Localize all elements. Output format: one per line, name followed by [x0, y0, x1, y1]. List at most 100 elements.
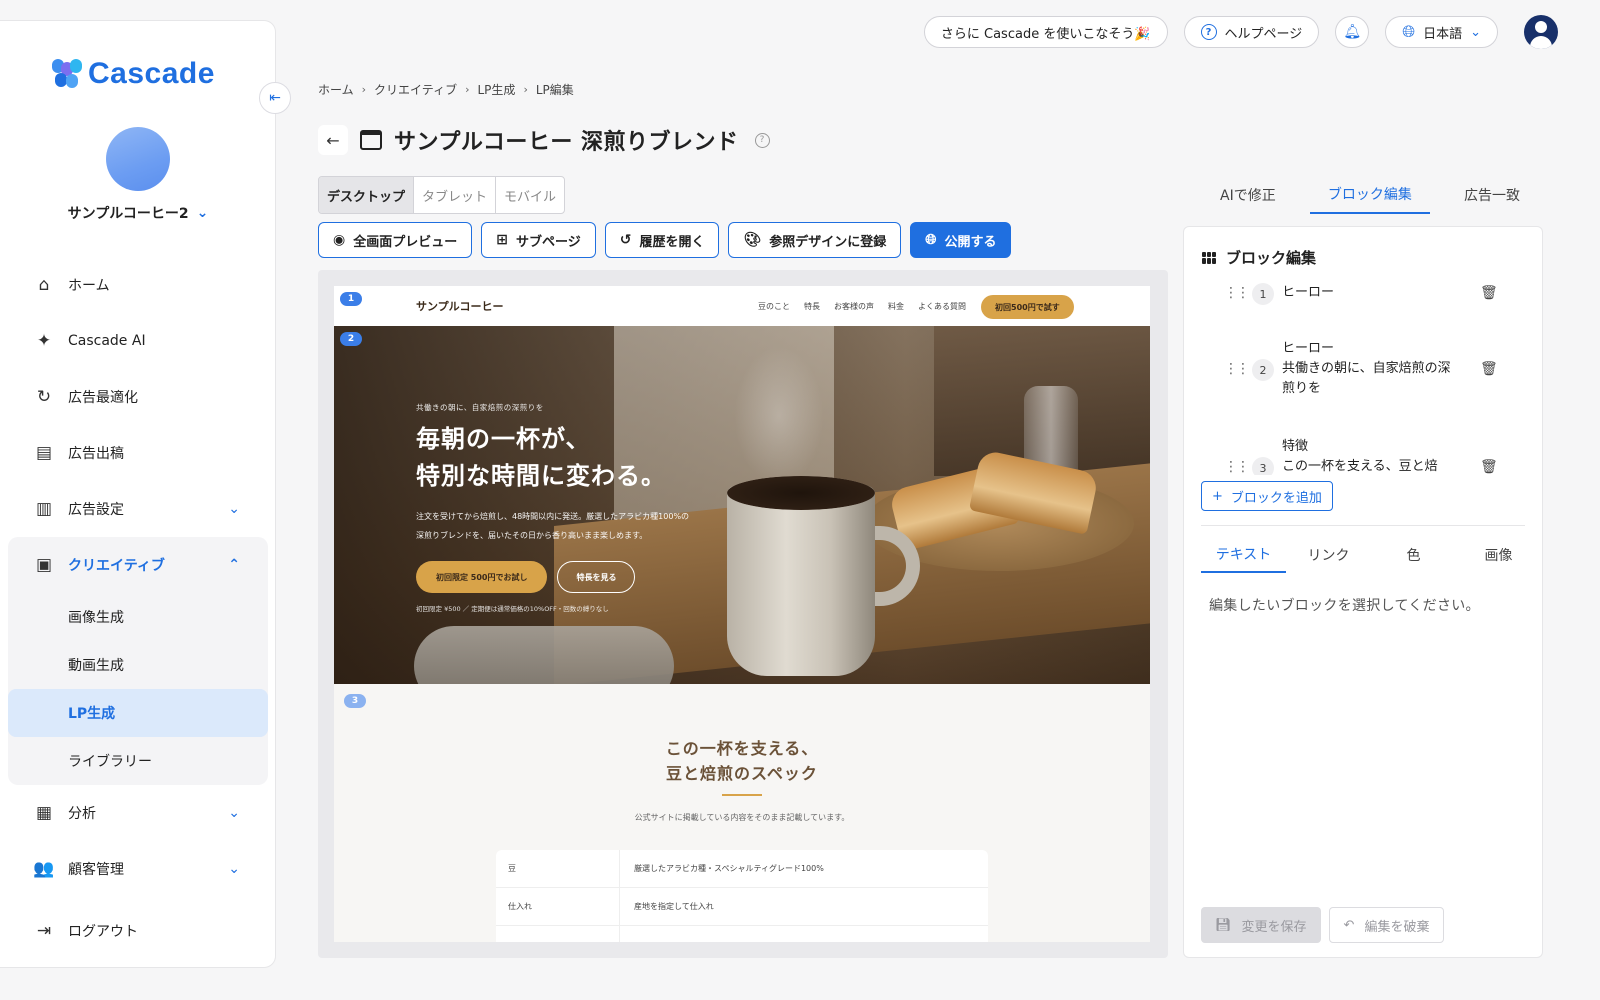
tab-text[interactable]: テキスト — [1201, 537, 1286, 573]
action-toolbar: ◉ 全画面プレビュー ⊞ サブページ ↺ 履歴を開く 🎨︎ 参照デザインに登録 … — [318, 222, 1012, 258]
spec-key: 豆 — [496, 850, 620, 887]
trash-icon[interactable]: 🗑︎ — [1480, 361, 1498, 377]
sidebar-item-label: 広告最適化 — [68, 390, 138, 406]
device-tablet[interactable]: タブレット — [414, 177, 497, 213]
list-item[interactable]: ⋮⋮ 2 ヒーロー 共働きの朝に、自家焙煎の深煎りを 🗑︎ — [1184, 339, 1524, 409]
ad-post-icon: ▤ — [35, 443, 53, 463]
notification-button[interactable]: 🔔︎ — [1335, 16, 1370, 48]
block-badge-3[interactable]: 3 — [344, 694, 366, 708]
chevron-down-icon: ⌄ — [1470, 24, 1481, 40]
sitemap-icon: ⊞ — [496, 232, 508, 248]
breadcrumb-home[interactable]: ホーム — [318, 81, 354, 98]
sidebar-item-customers[interactable]: 👥 顧客管理 ⌄ — [8, 841, 268, 897]
lp-nav-link[interactable]: よくある質問 — [918, 301, 966, 312]
save-button[interactable]: 💾︎ 変更を保存 — [1201, 907, 1321, 943]
help-button[interactable]: ? ヘルプページ — [1183, 16, 1320, 48]
lp-nav-link[interactable]: 豆のこと — [758, 301, 790, 312]
promo-button[interactable]: さらに Cascade を使いこなそう🎉 — [923, 16, 1168, 48]
lp-nav-link[interactable]: 特長 — [804, 301, 820, 312]
tab-ai-fix[interactable]: AIで修正 — [1202, 176, 1294, 214]
table-row — [496, 926, 988, 942]
sidebar-item-label: 顧客管理 — [68, 862, 124, 878]
sidebar-item-label: クリエイティブ — [68, 558, 165, 574]
sidebar-subitem-image[interactable]: 画像生成 — [8, 593, 268, 641]
home-icon: ⌂ — [38, 275, 50, 295]
hero-secondary-cta[interactable]: 特長を見る — [557, 561, 636, 593]
button-label: 全画面プレビュー — [353, 234, 458, 250]
hero-note: 初回限定 ¥500 ／ 定期便は通常価格の10%OFF・回数の縛りなし — [416, 605, 609, 613]
lp-header-cta[interactable]: 初回500円で試す — [981, 295, 1074, 319]
lp-nav-link[interactable]: お客様の声 — [834, 301, 874, 312]
block-number: 1 — [1252, 283, 1274, 305]
breadcrumb-lp[interactable]: LP生成 — [478, 81, 516, 98]
account-avatar[interactable] — [106, 127, 170, 191]
publish-button[interactable]: 🌐︎ 公開する — [910, 222, 1012, 258]
hero-bg-steam — [734, 346, 824, 486]
brand-logo[interactable]: Cascade — [52, 57, 215, 91]
hero-body-line: 注文を受けてから焙煎し、48時間以内に発送。厳選したアラビカ種100%の — [416, 512, 690, 521]
list-item[interactable]: ⋮⋮ 1 ヒーロー 🗑︎ — [1184, 283, 1524, 323]
block-name: ヒーロー — [1282, 341, 1335, 356]
sidebar-subitem-library[interactable]: ライブラリー — [8, 737, 268, 785]
subpage-button[interactable]: ⊞ サブページ — [481, 222, 596, 258]
sidebar-subitem-lp[interactable]: LP生成 — [8, 689, 268, 737]
hero-body: 注文を受けてから焙煎し、48時間以内に発送。厳選したアラビカ種100%の 深煎り… — [416, 507, 736, 545]
fullscreen-preview-button[interactable]: ◉ 全画面プレビュー — [318, 222, 473, 258]
open-history-button[interactable]: ↺ 履歴を開く — [604, 222, 720, 258]
tab-color[interactable]: 色 — [1371, 537, 1456, 573]
hero-primary-cta[interactable]: 初回限定 500円でお試し — [416, 561, 548, 593]
block-badge-2[interactable]: 2 — [340, 332, 362, 346]
lp-header: サンプルコーヒー 豆のこと 特長 お客様の声 料金 よくある質問 初回500円で… — [334, 286, 1150, 326]
cascade-logo-icon — [52, 59, 82, 89]
back-button[interactable]: ← — [318, 125, 348, 155]
language-selector[interactable]: 🌐︎ 日本語 ⌄ — [1385, 16, 1498, 48]
device-mobile[interactable]: モバイル — [496, 177, 564, 213]
sidebar-item-ad-posting[interactable]: ▤ 広告出稿 — [8, 425, 268, 481]
sidebar-item-ad-settings[interactable]: ▥ 広告設定 ⌄ — [8, 481, 268, 537]
sidebar-item-creative[interactable]: ▣ クリエイティブ ⌃ — [8, 537, 268, 593]
sidebar-item-logout[interactable]: ⇥ ログアウト — [8, 903, 268, 959]
sidebar-item-cascade-ai[interactable]: ✦ Cascade AI — [8, 313, 268, 369]
sidebar-item-ad-optimization[interactable]: ↻ 広告最適化 — [8, 369, 268, 425]
spec-divider — [722, 794, 762, 796]
lp-hero[interactable]: 共働きの朝に、自家焙煎の深煎りを 毎朝の一杯が、 特別な時間に変わる。 注文を受… — [334, 326, 1150, 684]
language-label: 日本語 — [1423, 26, 1463, 42]
hero-eyebrow: 共働きの朝に、自家焙煎の深煎りを — [416, 403, 544, 412]
discard-button[interactable]: ↶ 編集を破棄 — [1328, 907, 1445, 943]
drag-handle-icon[interactable]: ⋮⋮ — [1224, 285, 1250, 301]
breadcrumb-creative[interactable]: クリエイティブ — [374, 81, 457, 98]
trash-icon[interactable]: 🗑︎ — [1480, 285, 1498, 301]
list-item[interactable]: ⋮⋮ 3 特徴 この一杯を支える、豆と焙 🗑︎ — [1184, 437, 1524, 475]
sidebar-item-analytics[interactable]: ▦ 分析 ⌄ — [8, 785, 268, 841]
block-list: ⋮⋮ 1 ヒーロー 🗑︎ ⋮⋮ 2 ヒーロー 共働きの朝に、自家焙煎の深煎りを … — [1184, 277, 1524, 475]
user-avatar[interactable] — [1524, 15, 1558, 49]
sidebar-subitem-video[interactable]: 動画生成 — [8, 641, 268, 689]
sidebar-item-home[interactable]: ⌂ ホーム — [8, 257, 268, 313]
help-icon: ? — [1200, 24, 1217, 40]
eye-icon: ◉ — [333, 232, 346, 248]
trash-icon[interactable]: 🗑︎ — [1480, 459, 1498, 475]
help-icon[interactable]: ? — [754, 132, 770, 148]
spec-key: 仕入れ — [496, 888, 620, 925]
drag-handle-icon[interactable]: ⋮⋮ — [1224, 459, 1250, 475]
block-label: ヒーロー — [1282, 283, 1462, 303]
lp-preview[interactable]: 1 サンプルコーヒー 豆のこと 特長 お客様の声 料金 よくある質問 初回500… — [334, 286, 1150, 942]
tab-block-edit[interactable]: ブロック編集 — [1309, 176, 1430, 214]
tab-link[interactable]: リンク — [1286, 537, 1371, 573]
tab-image[interactable]: 画像 — [1456, 537, 1541, 573]
tab-ad-match[interactable]: 広告一致 — [1446, 176, 1538, 214]
account-switcher[interactable]: サンプルコーヒー2 ⌄ — [0, 203, 276, 223]
register-design-button[interactable]: 🎨︎ 参照デザインに登録 — [728, 222, 902, 258]
lp-spec-section[interactable]: 3 この一杯を支える、 豆と焙煎のスペック 公式サイトに掲載している内容をそのま… — [334, 684, 1150, 942]
analytics-icon: ▦ — [35, 803, 53, 823]
add-block-button[interactable]: + ブロックを追加 — [1201, 481, 1333, 511]
collapse-sidebar-button[interactable]: ⇤ — [259, 82, 291, 114]
chevron-down-icon: ⌄ — [196, 205, 209, 221]
block-badge-1[interactable]: 1 — [340, 292, 362, 306]
device-desktop[interactable]: デスクトップ — [319, 177, 415, 213]
lp-nav-link[interactable]: 料金 — [888, 301, 904, 312]
spec-key — [496, 926, 620, 942]
logout-icon: ⇥ — [36, 921, 52, 941]
table-row: 豆 厳選したアラビカ種・スペシャルティグレード100% — [496, 850, 988, 888]
drag-handle-icon[interactable]: ⋮⋮ — [1224, 361, 1250, 377]
